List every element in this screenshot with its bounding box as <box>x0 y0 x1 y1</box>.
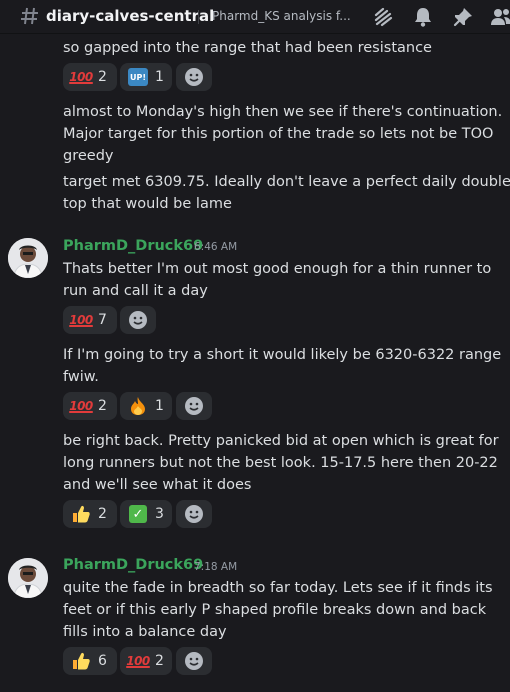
pin-icon[interactable] <box>452 6 474 28</box>
header-divider <box>198 10 199 24</box>
reaction-100[interactable]: 100 2 <box>63 63 117 91</box>
up-button-icon: UP! <box>127 67 149 87</box>
reaction-count: 2 <box>98 69 107 85</box>
message-text: so gapped into the range that had been r… <box>63 40 432 56</box>
add-reaction-button[interactable] <box>176 63 212 91</box>
reaction-count: 3 <box>155 506 164 522</box>
message-text: feet or if this early P shaped profile b… <box>63 602 487 618</box>
channel-topic[interactable]: Pharmd_KS analysis f... <box>212 9 362 23</box>
avatar[interactable] <box>8 238 48 278</box>
reaction-count: 6 <box>98 653 107 669</box>
message-text: fwiw. <box>63 369 99 385</box>
smiley-icon <box>185 68 203 86</box>
reaction-thumbs-up[interactable]: 6 <box>63 647 117 675</box>
message-text: fills into a balance day <box>63 624 227 640</box>
add-reaction-button[interactable] <box>176 647 212 675</box>
timestamp: 6:46 AM <box>194 241 238 253</box>
smiley-icon <box>185 505 203 523</box>
message-text: long runners but not the best look. 15-1… <box>63 455 498 471</box>
reaction-100[interactable]: 100 2 <box>63 392 117 420</box>
username[interactable]: PharmD_Druck69 <box>63 557 203 573</box>
thumbs-up-icon <box>70 651 92 671</box>
threads-icon[interactable] <box>372 6 394 28</box>
reaction-100[interactable]: 100 7 <box>63 306 117 334</box>
timestamp: 7:18 AM <box>194 561 238 573</box>
message-text: top that would be lame <box>63 196 232 212</box>
message-text: run and call it a day <box>63 283 208 299</box>
add-reaction-button[interactable] <box>176 500 212 528</box>
reaction-count: 7 <box>98 312 107 328</box>
reaction-up[interactable]: UP! 1 <box>120 63 172 91</box>
channel-name: diary-calves-central <box>46 7 215 25</box>
text-channel-icon <box>20 5 40 27</box>
reaction-count: 2 <box>98 398 107 414</box>
message-text: target met 6309.75. Ideally don't leave … <box>63 174 510 190</box>
channel-header: diary-calves-central Pharmd_KS analysis … <box>0 0 510 34</box>
reaction-check[interactable]: ✓ 3 <box>120 500 172 528</box>
member-list-icon[interactable] <box>490 6 510 28</box>
message-text: greedy <box>63 148 114 164</box>
avatar[interactable] <box>8 558 48 598</box>
message-text: be right back. Pretty panicked bid at op… <box>63 433 499 449</box>
add-reaction-button[interactable] <box>120 306 156 334</box>
smiley-icon <box>185 397 203 415</box>
smiley-icon <box>129 311 147 329</box>
message-text: If I'm going to try a short it would lik… <box>63 347 502 363</box>
reaction-thumbs-up[interactable]: 2 <box>63 500 117 528</box>
fire-icon <box>127 396 149 416</box>
smiley-icon <box>185 652 203 670</box>
reaction-fire[interactable]: 1 <box>120 392 172 420</box>
reaction-count: 1 <box>155 398 164 414</box>
reaction-count: 2 <box>155 653 164 669</box>
reaction-100[interactable]: 100 2 <box>120 647 172 675</box>
message-text: Thats better I'm out most good enough fo… <box>63 261 492 277</box>
message-text: almost to Monday's high then we see if t… <box>63 104 503 120</box>
hundred-points-icon: 100 <box>69 313 93 327</box>
message-text: quite the fade in breadth so far today. … <box>63 580 493 596</box>
hundred-points-icon: 100 <box>69 399 93 413</box>
add-reaction-button[interactable] <box>176 392 212 420</box>
hundred-points-icon: 100 <box>126 654 150 668</box>
check-mark-icon: ✓ <box>127 504 149 524</box>
thumbs-up-icon <box>70 504 92 524</box>
username[interactable]: PharmD_Druck69 <box>63 238 203 254</box>
reaction-count: 1 <box>155 69 164 85</box>
hundred-points-icon: 100 <box>69 70 93 84</box>
message-text: and we'll see what it does <box>63 477 252 493</box>
reaction-count: 2 <box>98 506 107 522</box>
notification-bell-icon[interactable] <box>412 6 434 28</box>
message-text: Major target for this portion of the tra… <box>63 126 494 142</box>
